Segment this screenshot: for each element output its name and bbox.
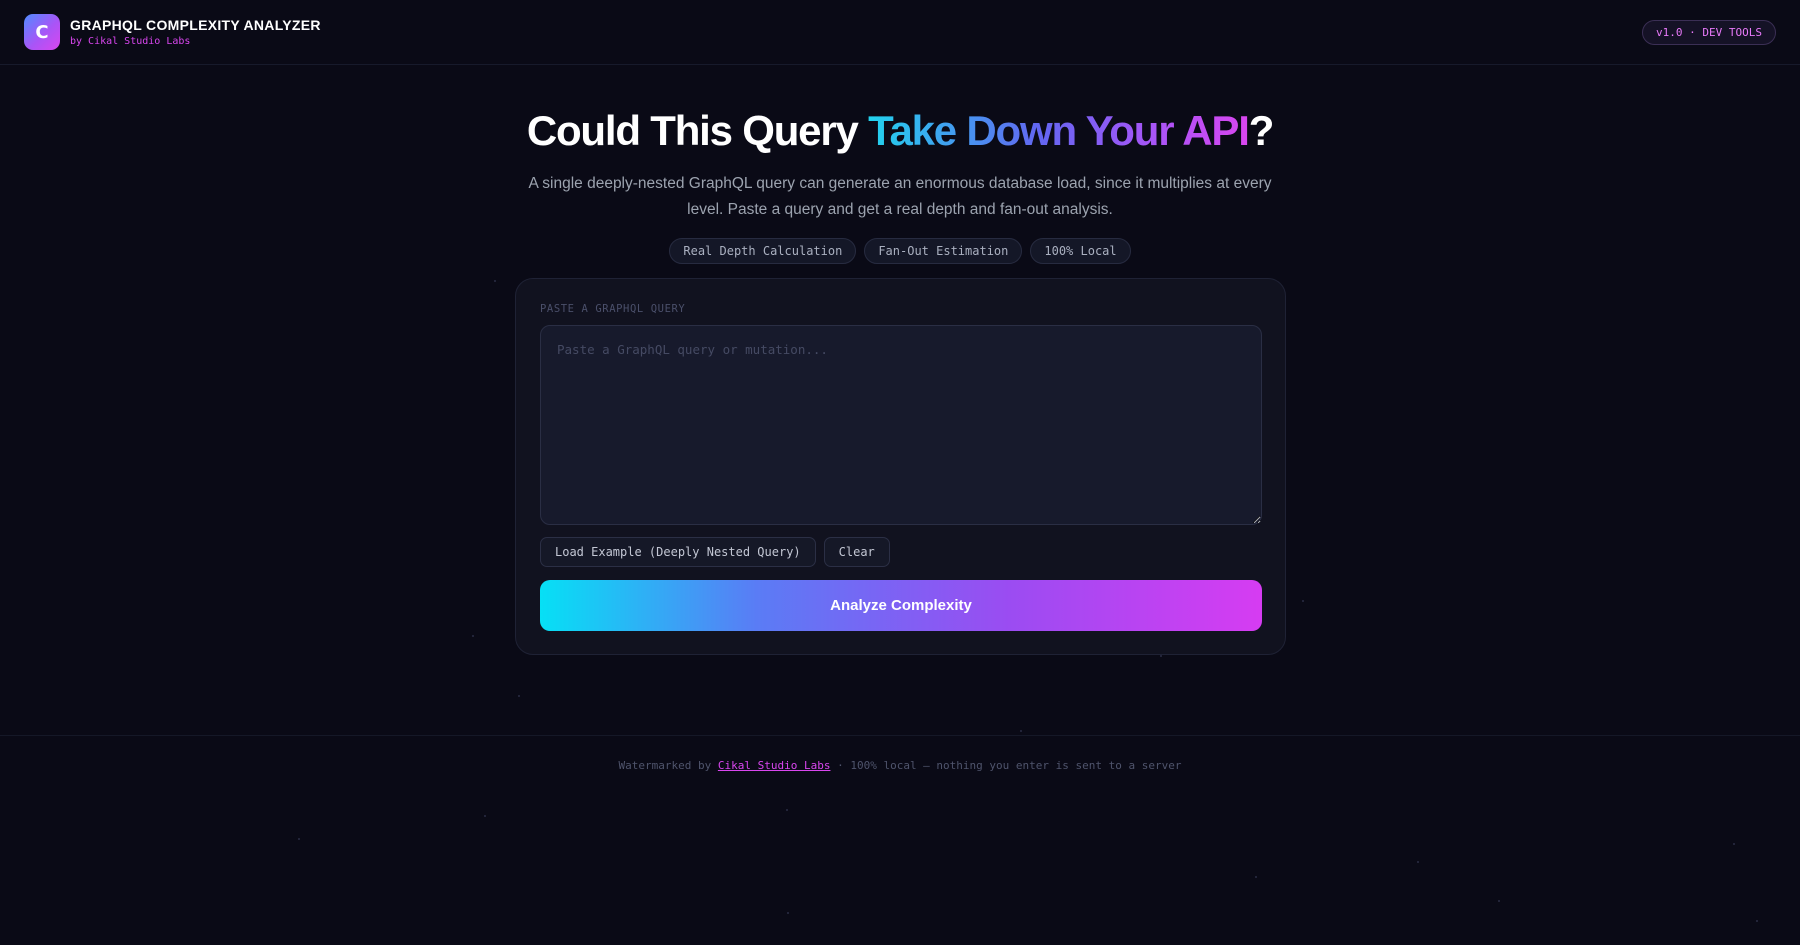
hero-description: A single deeply-nested GraphQL query can… (528, 175, 1272, 218)
clear-button[interactable]: Clear (823, 537, 890, 567)
query-input[interactable] (540, 325, 1262, 525)
title-tail: ? (1248, 107, 1275, 154)
chip-fan-out: Fan-Out Estimation (864, 238, 1023, 264)
title-accent: Take Down Your API (868, 107, 1250, 154)
query-label: PASTE A GRAPHQL QUERY (540, 303, 686, 315)
footer-suffix: · 100% local — nothing you enter is sent… (837, 759, 1182, 772)
page-footer: Watermarked by Cikal Studio Labs · 100% … (0, 735, 1800, 795)
version-badge: v1.0 · DEV TOOLS (1642, 19, 1776, 45)
feature-chips: Real Depth Calculation Fan-Out Estimatio… (0, 238, 1800, 264)
hero-section: Could This Query Take Down Your API? A s… (0, 105, 1800, 264)
title-lead: Could This Query (526, 107, 869, 154)
chip-local: 100% Local (1030, 238, 1131, 264)
app-header: C GRAPHQL COMPLEXITY ANALYZER by Cikal S… (0, 0, 1800, 65)
query-card: PASTE A GRAPHQL QUERY Load Example (Deep… (515, 278, 1286, 655)
app-subtitle: by Cikal Studio Labs (70, 36, 191, 47)
analyze-button[interactable]: Analyze Complexity (540, 580, 1262, 631)
logo-icon: C (24, 14, 60, 50)
brand[interactable]: C GRAPHQL COMPLEXITY ANALYZER by Cikal S… (24, 14, 321, 50)
footer-link[interactable]: Cikal Studio Labs (718, 759, 831, 772)
app-title: GRAPHQL COMPLEXITY ANALYZER (70, 17, 321, 33)
page-title: Could This Query Take Down Your API? (0, 105, 1800, 157)
query-actions: Load Example (Deeply Nested Query) Clear (540, 537, 1261, 567)
load-example-button[interactable]: Load Example (Deeply Nested Query) (540, 537, 816, 567)
footer-prefix: Watermarked by (618, 759, 712, 772)
chip-real-depth: Real Depth Calculation (669, 238, 857, 264)
